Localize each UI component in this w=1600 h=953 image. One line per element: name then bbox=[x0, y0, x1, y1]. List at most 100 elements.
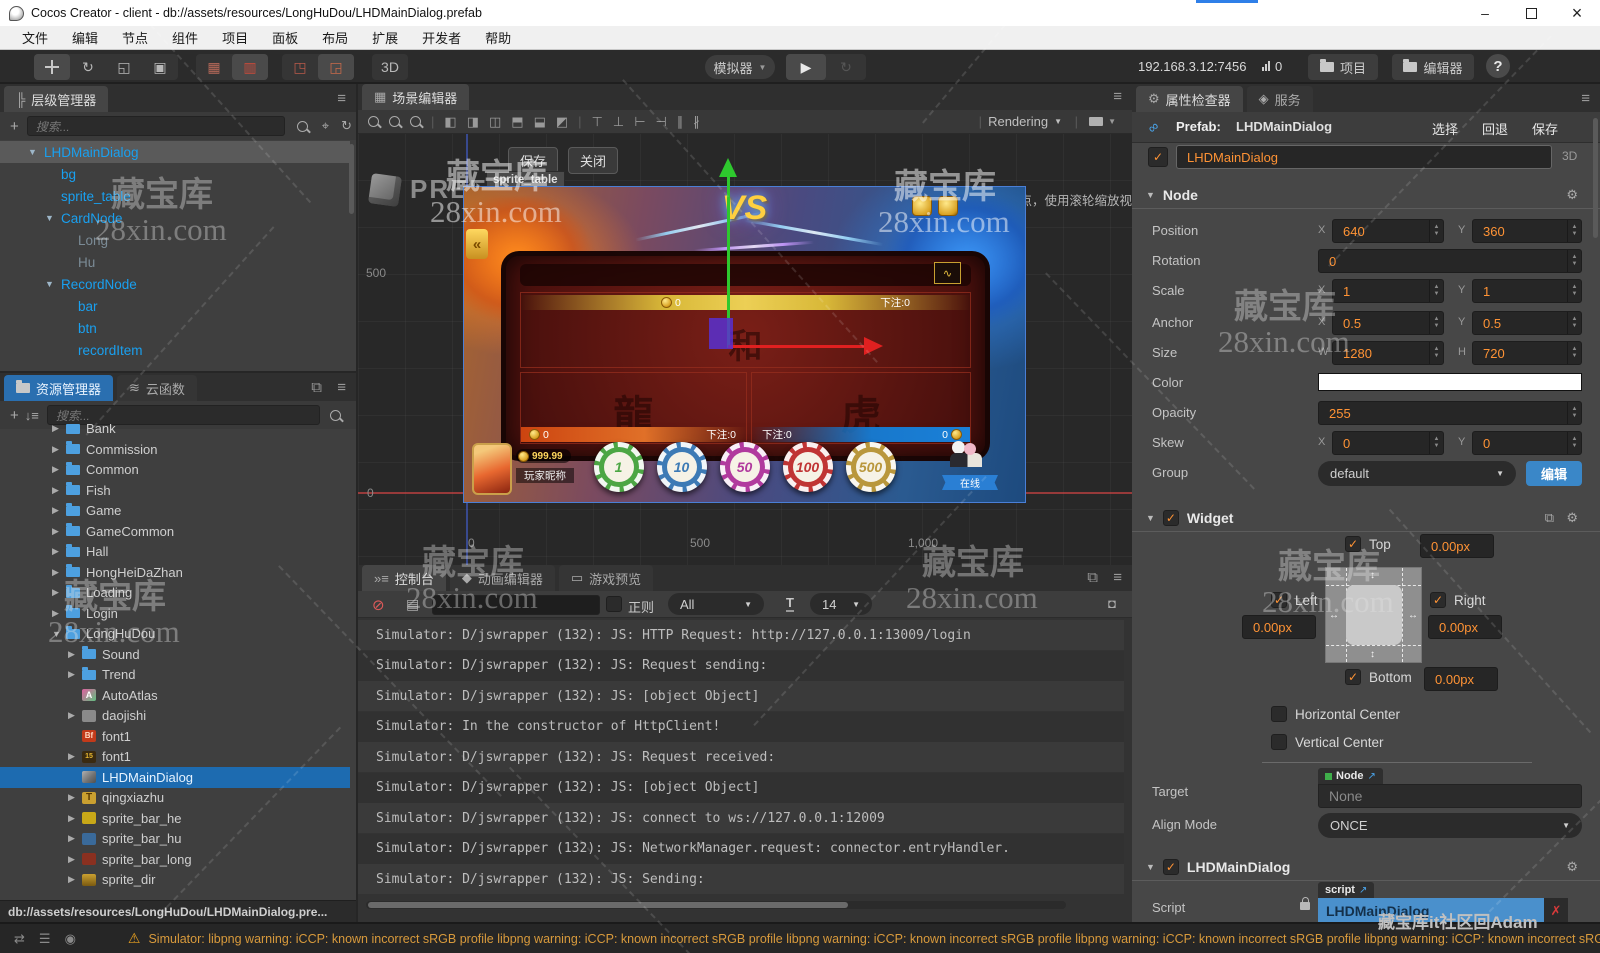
log-level-dropdown[interactable]: All ▼ bbox=[668, 593, 764, 615]
align-bottom-icon[interactable]: ◫ bbox=[489, 114, 501, 130]
distribute-top-icon[interactable]: ⊤ bbox=[592, 114, 603, 130]
asset-item-sprite_bar_hu[interactable]: ▶sprite_bar_hu bbox=[0, 828, 350, 849]
widget-top-checkbox-row[interactable]: ✓ Top bbox=[1345, 536, 1391, 552]
scale-x-input[interactable]: 1▲▼ bbox=[1332, 279, 1444, 303]
asset-item-Bank[interactable]: ▶Bank bbox=[0, 424, 350, 439]
prefab-save-button[interactable]: 保存 bbox=[1532, 119, 1558, 138]
move-tool-button[interactable] bbox=[34, 54, 70, 80]
console-filter-input[interactable] bbox=[432, 595, 600, 615]
asset-item-qingxiazhu[interactable]: ▶Tqingxiazhu bbox=[0, 787, 350, 808]
stepper-arrows[interactable]: ▲▼ bbox=[1429, 312, 1443, 334]
tree-expand-arrow-icon[interactable]: ▶ bbox=[68, 813, 75, 824]
top-checkbox[interactable]: ✓ bbox=[1345, 536, 1361, 552]
inspector-scrollbar[interactable] bbox=[1593, 118, 1598, 238]
locate-icon[interactable]: ⌖ bbox=[322, 118, 329, 134]
position-x-input[interactable]: 640▲▼ bbox=[1332, 219, 1444, 243]
panel-menu-icon[interactable]: ≡ bbox=[1113, 88, 1122, 105]
size-y-input[interactable]: 720▲▼ bbox=[1472, 341, 1582, 365]
external-link-icon[interactable]: ↗ bbox=[1359, 885, 1367, 896]
menu-item-开发者[interactable]: 开发者 bbox=[410, 28, 473, 47]
size-x-input[interactable]: 1280▲▼ bbox=[1332, 341, 1444, 365]
asset-item-Sound[interactable]: ▶Sound bbox=[0, 644, 350, 665]
panel-copy-icon[interactable]: ⧉ bbox=[311, 379, 322, 396]
component-section-header[interactable]: ▼ ✓ LHDMainDialog ⚙ bbox=[1132, 854, 1600, 881]
prefab-revert-button[interactable]: 回退 bbox=[1482, 119, 1508, 138]
asset-item-Fish[interactable]: ▶Fish bbox=[0, 480, 350, 501]
tab-cloud-functions[interactable]: ≋ 云函数 bbox=[117, 375, 197, 401]
tree-expand-arrow-icon[interactable]: ▶ bbox=[52, 505, 59, 516]
back-button[interactable]: « bbox=[466, 229, 488, 259]
asset-item-LongHuDou[interactable]: ▼LongHuDou bbox=[0, 623, 350, 644]
rotation-input[interactable]: 0▲▼ bbox=[1318, 249, 1582, 273]
rect-transform-toggle-button[interactable]: ◲ bbox=[318, 54, 354, 80]
prefab-select-button[interactable]: 选择 bbox=[1432, 119, 1458, 138]
stepper-arrows[interactable]: ▲▼ bbox=[1567, 312, 1581, 334]
stepper-arrows[interactable]: ▲▼ bbox=[1567, 220, 1581, 242]
hierarchy-node-CardNode[interactable]: ▼CardNode bbox=[0, 207, 350, 229]
stepper-arrows[interactable]: ▲▼ bbox=[1429, 220, 1443, 242]
search-icon[interactable] bbox=[330, 410, 341, 421]
menu-item-组件[interactable]: 组件 bbox=[160, 28, 210, 47]
scale-y-input[interactable]: 1▲▼ bbox=[1472, 279, 1582, 303]
tree-expand-arrow-icon[interactable]: ▶ bbox=[68, 710, 75, 721]
asset-item-sprite_bar_he[interactable]: ▶sprite_bar_he bbox=[0, 808, 350, 829]
help-button[interactable]: ? bbox=[1486, 54, 1510, 78]
stepper-arrows[interactable]: ▲▼ bbox=[1567, 432, 1581, 454]
align-top-icon[interactable]: ◧ bbox=[444, 114, 456, 130]
align-h-center-icon[interactable]: ⬓ bbox=[534, 114, 546, 130]
stepper-arrows[interactable]: ▲▼ bbox=[1567, 250, 1581, 272]
tab-console[interactable]: »≡ 控制台 bbox=[362, 565, 446, 591]
rotate-tool-button[interactable]: ↻ bbox=[70, 54, 106, 80]
tree-expand-arrow-icon[interactable]: ▶ bbox=[52, 526, 59, 537]
asset-item-font1[interactable]: Bffont1 bbox=[0, 726, 350, 747]
panel-copy-icon[interactable]: ⧉ bbox=[1087, 569, 1098, 586]
tree-expand-arrow-icon[interactable]: ▶ bbox=[68, 874, 75, 885]
tree-expand-arrow-icon[interactable]: ▼ bbox=[28, 147, 37, 157]
font-size-dropdown[interactable]: 14 ▼ bbox=[810, 593, 872, 615]
hierarchy-node-bg[interactable]: bg bbox=[0, 163, 350, 185]
close-button[interactable]: × bbox=[1554, 0, 1600, 26]
tree-expand-arrow-icon[interactable]: ▶ bbox=[52, 567, 59, 578]
anchor-toggle-button[interactable]: ▥ bbox=[232, 54, 268, 80]
stepper-arrows[interactable]: ▲▼ bbox=[1429, 342, 1443, 364]
tree-expand-arrow-icon[interactable]: ▶ bbox=[68, 792, 75, 803]
align-left-icon[interactable]: ⬒ bbox=[511, 114, 523, 130]
zoom-in-icon[interactable] bbox=[368, 116, 379, 127]
external-link-icon[interactable]: ↗ bbox=[1368, 771, 1376, 782]
opacity-input[interactable]: 255▲▼ bbox=[1318, 401, 1582, 425]
asset-item-Commission[interactable]: ▶Commission bbox=[0, 439, 350, 460]
node-active-checkbox[interactable]: ✓ bbox=[1148, 147, 1168, 167]
node-section-header[interactable]: ▼ Node ⚙ bbox=[1132, 182, 1600, 209]
hierarchy-node-Long[interactable]: Long bbox=[0, 229, 350, 251]
bet-zone-dragon[interactable]: 龍 0 下注:0 bbox=[520, 372, 747, 444]
left-checkbox[interactable]: ✓ bbox=[1271, 592, 1287, 608]
cache-icon[interactable]: ☰ bbox=[39, 931, 51, 947]
tab-animation-editor[interactable]: ◆ 动画编辑器 bbox=[450, 565, 555, 591]
bet-zone-tie[interactable]: 0 下注:0 和 bbox=[520, 292, 971, 368]
component-enabled-checkbox[interactable]: ✓ bbox=[1163, 859, 1179, 875]
tab-hierarchy[interactable]: ╠ 层级管理器 bbox=[4, 86, 108, 112]
menu-item-项目[interactable]: 项目 bbox=[210, 28, 260, 47]
tree-expand-arrow-icon[interactable]: ▶ bbox=[52, 424, 59, 434]
asset-item-font1[interactable]: ▶15font1 bbox=[0, 746, 350, 767]
bet-chip-50[interactable]: 50 bbox=[720, 442, 770, 492]
tree-expand-arrow-icon[interactable]: ▼ bbox=[52, 629, 61, 639]
asset-item-AutoAtlas[interactable]: AAutoAtlas bbox=[0, 685, 350, 706]
vertical-center-row[interactable]: Vertical Center bbox=[1271, 734, 1384, 750]
sort-icon[interactable]: ↓≡ bbox=[25, 408, 39, 423]
position-y-input[interactable]: 360▲▼ bbox=[1472, 219, 1582, 243]
tree-expand-arrow-icon[interactable]: ▶ bbox=[52, 464, 59, 475]
widget-left-checkbox-row[interactable]: ✓ Left bbox=[1271, 592, 1318, 608]
console-log-line[interactable]: Simulator: D/jswrapper (132): JS: [objec… bbox=[358, 773, 1124, 803]
tree-expand-arrow-icon[interactable]: ▶ bbox=[52, 608, 59, 619]
asset-item-Login[interactable]: ▶Login bbox=[0, 603, 350, 624]
tree-expand-arrow-icon[interactable]: ▶ bbox=[68, 649, 75, 660]
gear-icon[interactable]: ⚙ bbox=[1566, 510, 1578, 526]
menu-item-节点[interactable]: 节点 bbox=[110, 28, 160, 47]
console-log-line[interactable]: Simulator: D/jswrapper (132): JS: [objec… bbox=[358, 681, 1124, 711]
gold-shortcut-button[interactable] bbox=[912, 196, 932, 216]
color-swatch[interactable] bbox=[1318, 373, 1582, 391]
asset-item-GameCommon[interactable]: ▶GameCommon bbox=[0, 521, 350, 542]
menu-item-布局[interactable]: 布局 bbox=[310, 28, 360, 47]
menu-item-帮助[interactable]: 帮助 bbox=[473, 28, 523, 47]
